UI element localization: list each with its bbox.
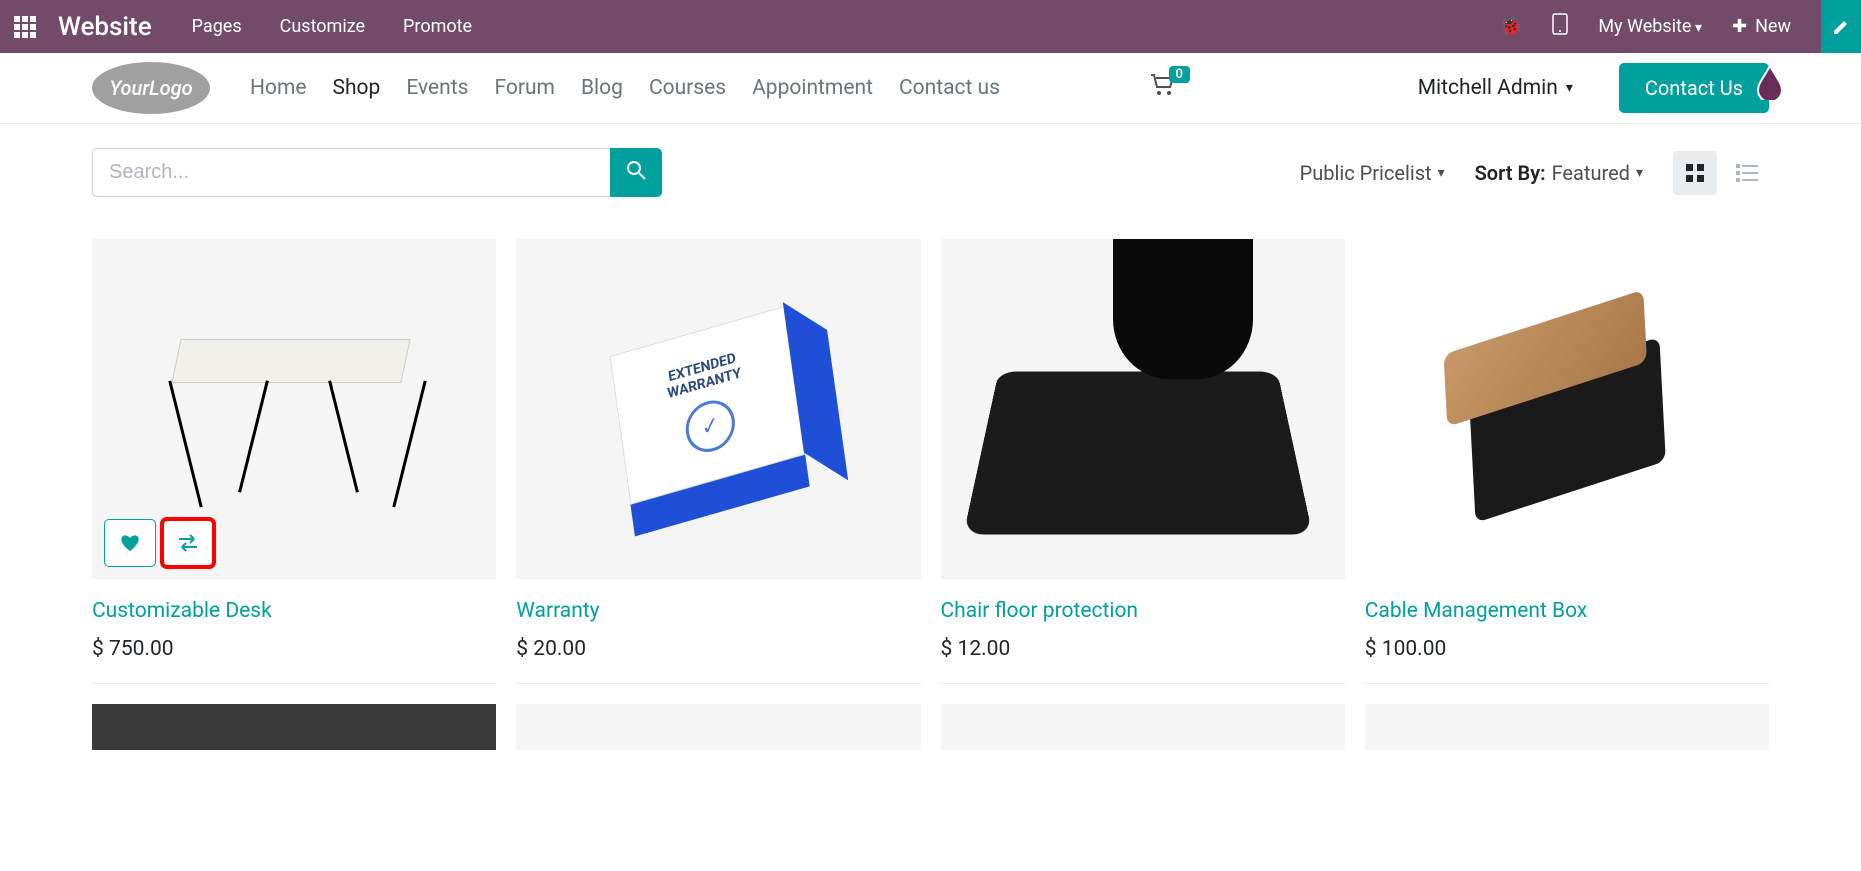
list-view-button[interactable] — [1725, 151, 1769, 195]
search-icon — [626, 160, 646, 180]
my-website-dropdown[interactable]: My Website — [1598, 16, 1702, 37]
cart-count-badge: 0 — [1169, 66, 1190, 83]
product-image[interactable] — [92, 704, 496, 750]
divider — [941, 683, 1345, 684]
search-input[interactable] — [92, 148, 610, 197]
user-menu[interactable]: Mitchell Admin — [1418, 76, 1573, 100]
nav-appointment[interactable]: Appointment — [752, 76, 873, 100]
product-title[interactable]: Customizable Desk — [92, 599, 496, 623]
product-price: $ 750.00 — [92, 637, 496, 661]
topnav-promote[interactable]: Promote — [403, 16, 472, 37]
nav-courses[interactable]: Courses — [649, 76, 726, 100]
search-button[interactable] — [610, 148, 662, 197]
product-card — [941, 704, 1345, 750]
product-title[interactable]: Chair floor protection — [941, 599, 1345, 623]
product-hover-actions — [104, 519, 214, 567]
grid-view-button[interactable] — [1673, 151, 1717, 195]
product-price: $ 12.00 — [941, 637, 1345, 661]
color-picker-drop-icon[interactable] — [1755, 64, 1785, 100]
pencil-icon — [1832, 18, 1850, 36]
sort-dropdown[interactable]: Sort By: Featured — [1475, 161, 1643, 185]
nav-blog[interactable]: Blog — [581, 76, 623, 100]
admin-topbar: Website Pages Customize Promote 🐞 My Web… — [0, 0, 1861, 53]
product-image[interactable] — [92, 239, 496, 579]
nav-forum[interactable]: Forum — [494, 76, 554, 100]
product-card: Cable Management Box $ 100.00 — [1365, 239, 1769, 684]
product-card: EXTENDEDWARRANTY✓ Warranty $ 20.00 — [516, 239, 920, 684]
main-nav: Home Shop Events Forum Blog Courses Appo… — [250, 76, 1000, 100]
cart-button[interactable]: 0 — [1150, 74, 1176, 102]
divider — [516, 683, 920, 684]
product-title[interactable]: Cable Management Box — [1365, 599, 1769, 623]
grid-icon — [1686, 164, 1704, 182]
compare-button[interactable] — [162, 519, 214, 567]
product-image[interactable] — [941, 239, 1345, 579]
contact-us-button[interactable]: Contact Us — [1619, 63, 1769, 113]
divider — [1365, 683, 1769, 684]
mobile-preview-icon[interactable] — [1552, 13, 1568, 40]
topnav-pages[interactable]: Pages — [192, 16, 242, 37]
topnav-customize[interactable]: Customize — [280, 16, 365, 37]
product-price: $ 100.00 — [1365, 637, 1769, 661]
product-card: Chair floor protection $ 12.00 — [941, 239, 1345, 684]
apps-menu-icon[interactable] — [14, 16, 36, 38]
product-card — [92, 704, 496, 750]
product-card: Customizable Desk $ 750.00 — [92, 239, 496, 684]
product-card — [516, 704, 920, 750]
product-image[interactable] — [1365, 239, 1769, 579]
new-button[interactable]: ✚ New — [1732, 16, 1791, 37]
nav-home[interactable]: Home — [250, 76, 307, 100]
divider — [92, 683, 496, 684]
site-header: YourLogo Home Shop Events Forum Blog Cou… — [0, 53, 1861, 124]
search-wrap — [92, 148, 662, 197]
edit-page-button[interactable] — [1821, 0, 1861, 53]
admin-brand[interactable]: Website — [58, 12, 152, 42]
shop-controls: Public Pricelist Sort By: Featured — [0, 124, 1861, 197]
product-image[interactable] — [1365, 704, 1769, 750]
product-image[interactable]: EXTENDEDWARRANTY✓ — [516, 239, 920, 579]
product-image[interactable] — [941, 704, 1345, 750]
view-switch — [1673, 151, 1769, 195]
nav-events[interactable]: Events — [406, 76, 468, 100]
logo[interactable]: YourLogo — [92, 62, 210, 114]
wishlist-button[interactable] — [104, 519, 156, 567]
bug-icon[interactable]: 🐞 — [1500, 16, 1522, 37]
heart-icon — [119, 533, 141, 553]
product-image[interactable] — [516, 704, 920, 750]
nav-contact-us[interactable]: Contact us — [899, 76, 1000, 100]
product-price: $ 20.00 — [516, 637, 920, 661]
product-title[interactable]: Warranty — [516, 599, 920, 623]
nav-shop[interactable]: Shop — [333, 76, 381, 100]
product-card — [1365, 704, 1769, 750]
list-icon — [1736, 164, 1758, 182]
product-grid: Customizable Desk $ 750.00 EXTENDEDWARRA… — [0, 197, 1861, 792]
compare-icon — [177, 534, 199, 552]
plus-icon: ✚ — [1732, 16, 1747, 37]
pricelist-dropdown[interactable]: Public Pricelist — [1300, 161, 1445, 185]
